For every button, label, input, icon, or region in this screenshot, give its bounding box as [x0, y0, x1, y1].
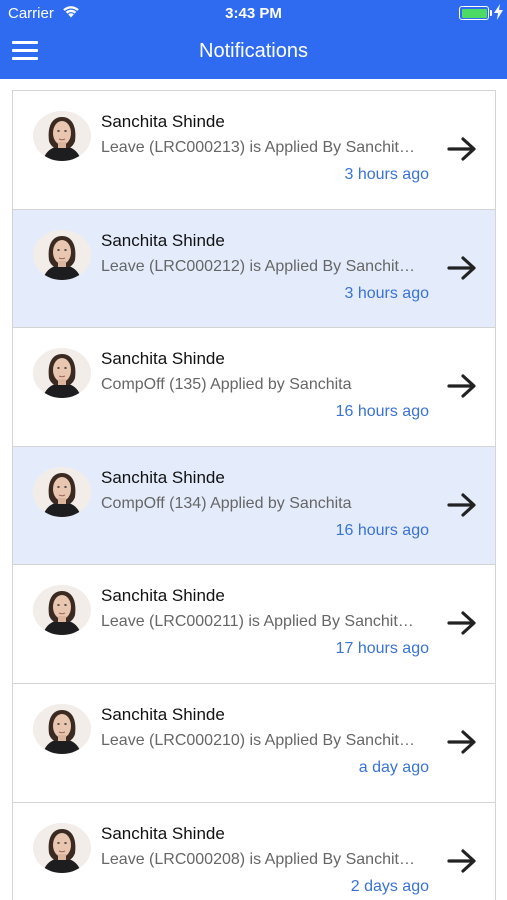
avatar [33, 229, 91, 280]
notification-item[interactable]: Sanchita Shinde Leave (LRC000213) is App… [13, 91, 495, 210]
arrow-right-icon[interactable] [447, 373, 477, 399]
notification-time: 17 hours ago [335, 640, 429, 658]
notification-item[interactable]: Sanchita Shinde Leave (LRC000208) is App… [13, 802, 495, 900]
arrow-right-icon[interactable] [447, 610, 477, 636]
avatar [33, 466, 91, 517]
notification-item[interactable]: Sanchita Shinde CompOff (135) Applied by… [13, 328, 495, 447]
arrow-right-icon[interactable] [447, 492, 477, 518]
notification-message: Leave (LRC000211) is Applied By Sanchita… [101, 613, 421, 631]
battery-icon [459, 6, 489, 20]
arrow-right-icon[interactable] [447, 729, 477, 755]
notification-time: 16 hours ago [335, 403, 429, 421]
battery-tip [490, 10, 492, 16]
notification-message: Leave (LRC000210) is Applied By Sanchita… [101, 731, 421, 749]
status-bar: Carrier 3:43 PM [0, 0, 507, 26]
notification-item[interactable]: Sanchita Shinde Leave (LRC000210) is App… [13, 683, 495, 803]
charging-bolt-icon [494, 4, 503, 20]
notification-time: 2 days ago [350, 877, 429, 895]
avatar [33, 585, 91, 636]
notification-message: CompOff (134) Applied by Sanchita [101, 494, 352, 512]
arrow-right-icon[interactable] [447, 255, 477, 281]
sender-name: Sanchita Shinde [101, 349, 225, 369]
arrow-right-icon[interactable] [447, 136, 477, 162]
sender-name: Sanchita Shinde [101, 230, 225, 250]
notification-message: Leave (LRC000212) is Applied By Sanchita… [101, 257, 421, 275]
notification-list[interactable]: Sanchita Shinde Leave (LRC000213) is App… [12, 90, 496, 900]
page-title: Notifications [199, 40, 308, 62]
sender-name: Sanchita Shinde [101, 112, 225, 131]
sender-name: Sanchita Shinde [101, 586, 225, 606]
arrow-right-icon[interactable] [447, 848, 477, 874]
avatar [33, 703, 91, 754]
notification-message: Leave (LRC000208) is Applied By Sanchita… [101, 850, 421, 868]
notification-time: a day ago [358, 758, 429, 776]
sender-name: Sanchita Shinde [101, 467, 225, 487]
notification-message: CompOff (135) Applied by Sanchita [101, 376, 352, 394]
notification-time: 16 hours ago [335, 521, 429, 539]
clock: 3:43 PM [225, 5, 282, 22]
notification-item[interactable]: Sanchita Shinde Leave (LRC000212) is App… [13, 209, 495, 329]
notification-time: 3 hours ago [344, 284, 429, 302]
avatar [33, 111, 91, 161]
avatar [33, 822, 91, 873]
avatar [33, 348, 91, 399]
notification-item[interactable]: Sanchita Shinde Leave (LRC000211) is App… [13, 565, 495, 684]
notification-message: Leave (LRC000213) is Applied By Sanchita… [101, 139, 421, 156]
notification-time: 3 hours ago [344, 166, 429, 183]
sender-name: Sanchita Shinde [101, 823, 225, 843]
notification-item[interactable]: Sanchita Shinde CompOff (134) Applied by… [13, 446, 495, 566]
nav-bar: Notifications [0, 26, 507, 79]
sender-name: Sanchita Shinde [101, 704, 225, 724]
